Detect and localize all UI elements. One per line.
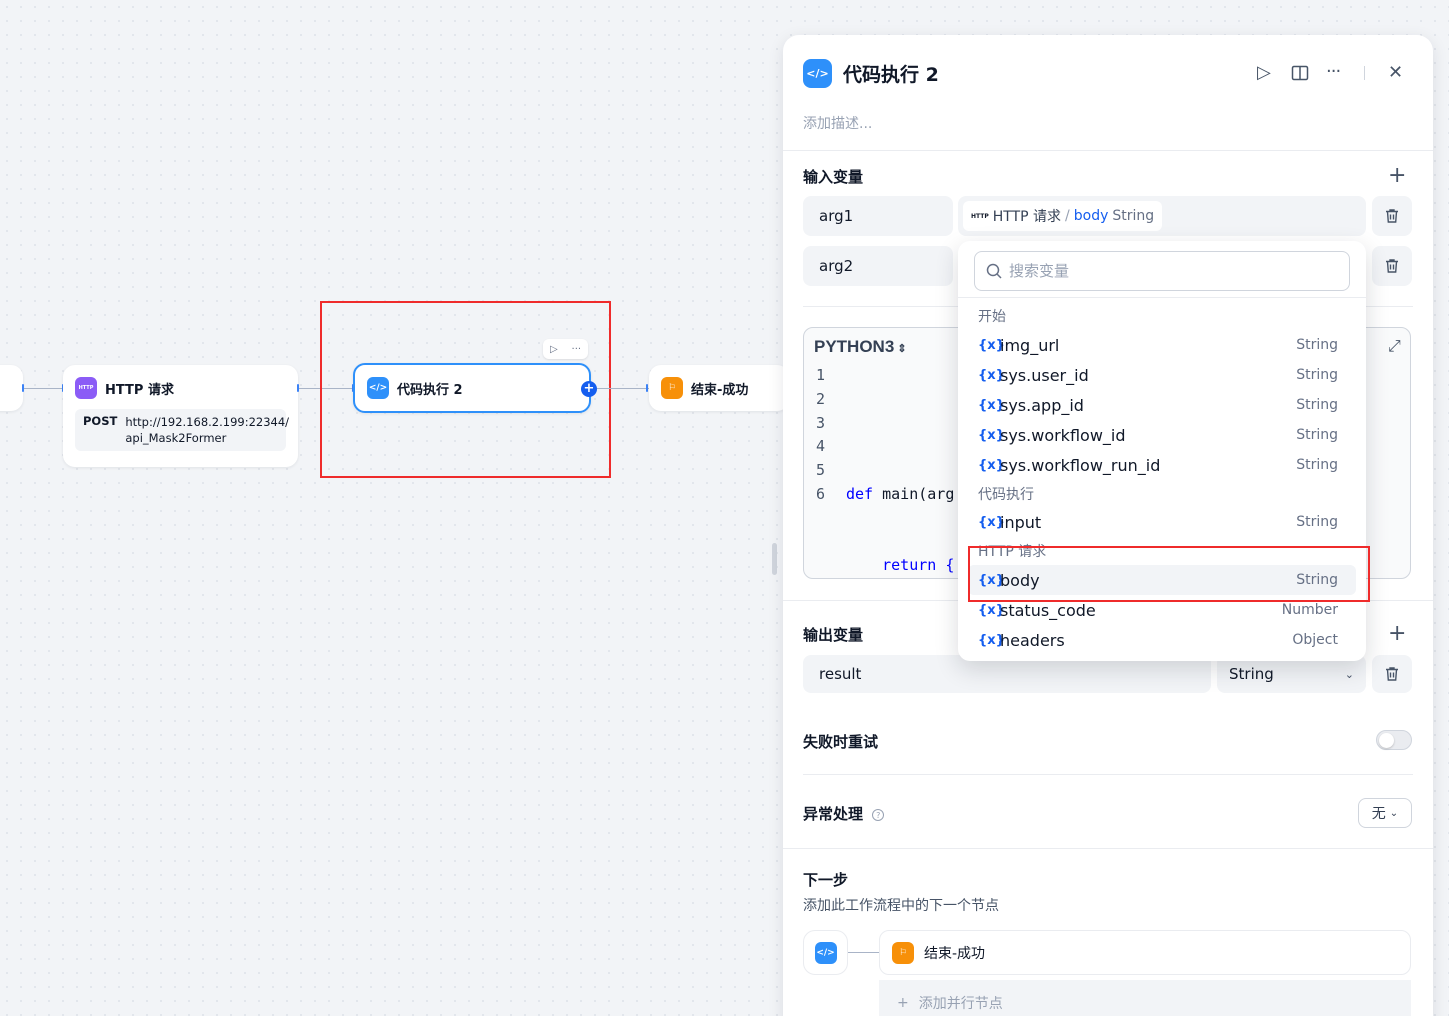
exception-select[interactable]: 无 ⌄ <box>1358 798 1412 828</box>
code-icon: </> <box>803 59 832 88</box>
input-var-name-field[interactable]: arg1 <box>803 196 953 236</box>
add-output-var-icon[interactable]: + <box>1388 623 1406 645</box>
node-mini-toolbar[interactable]: ▷ ··· <box>543 339 588 359</box>
variable-search-input[interactable] <box>1009 262 1329 280</box>
split-view-icon[interactable] <box>1291 64 1309 86</box>
var-option[interactable]: {x} sys.app_id String <box>968 390 1356 420</box>
next-step-label: 下一步 <box>803 871 849 889</box>
delete-input-var-button[interactable] <box>1372 196 1412 236</box>
variable-search-box[interactable] <box>974 251 1350 291</box>
highlight-box-body-option <box>968 546 1370 602</box>
http-request-node[interactable]: HTTP HTTP 请求 POST http://192.168.2.199:2… <box>63 365 298 467</box>
help-icon[interactable]: ? <box>872 808 885 821</box>
var-option[interactable]: {x} sys.workflow_id String <box>968 420 1356 450</box>
current-node-badge: </> <box>803 930 848 975</box>
toolbar-divider <box>1364 66 1365 80</box>
code-icon: </> <box>367 377 389 399</box>
output-var-name: result <box>819 665 862 683</box>
output-vars-label: 输出变量 <box>803 626 864 644</box>
language-selector[interactable]: PYTHON3 ⇕ <box>814 337 907 357</box>
output-var-type: String <box>1229 665 1274 683</box>
next-node-name: 结束-成功 <box>924 945 986 962</box>
input-var-source-selector[interactable]: HTTP HTTP 请求 / body String <box>958 196 1366 236</box>
panel-title[interactable]: 代码执行 2 <box>843 60 939 87</box>
line-numbers: 1 2 3 4 5 6 <box>816 366 826 503</box>
edge-handle <box>22 384 24 392</box>
input-var-name: arg2 <box>819 257 854 275</box>
var-option[interactable]: {x} input String <box>968 507 1356 537</box>
exception-label: 异常处理 ? <box>803 803 885 824</box>
more-icon[interactable]: ··· <box>1326 63 1341 81</box>
path-separator: / <box>1065 208 1070 224</box>
code-icon: </> <box>814 941 837 964</box>
code-line-2: main(arg <box>882 484 955 503</box>
chevron-down-icon: ⌄ <box>1389 807 1399 819</box>
retry-toggle[interactable] <box>1376 730 1412 750</box>
add-parallel-label: 添加并行节点 <box>918 995 1003 1012</box>
end-success-node[interactable]: ⚐ 结束-成功 <box>649 365 789 411</box>
http-node-title: HTTP 请求 <box>105 382 174 398</box>
source-var-type: String <box>1112 208 1155 224</box>
edge-code-end <box>597 388 649 389</box>
input-vars-label: 输入变量 <box>803 168 864 186</box>
next-connector <box>848 952 879 953</box>
panel-resize-handle[interactable] <box>772 543 777 575</box>
add-parallel-node-button[interactable]: + 添加并行节点 <box>879 980 1411 1016</box>
next-node-card[interactable]: ⚐ 结束-成功 <box>879 930 1411 975</box>
input-var-name-field[interactable]: arg2 <box>803 246 953 286</box>
delete-input-var-button[interactable] <box>1372 246 1412 286</box>
delete-output-var-button[interactable] <box>1372 655 1412 693</box>
var-reference-chip[interactable]: HTTP HTTP 请求 / body String <box>963 201 1163 231</box>
next-step-hint: 添加此工作流程中的下一个节点 <box>803 898 999 914</box>
source-var-name: body <box>1073 208 1109 224</box>
add-input-var-icon[interactable]: + <box>1388 165 1406 187</box>
edge-handle <box>297 384 299 392</box>
edge-handle <box>646 384 648 392</box>
chevron-down-icon: ⌄ <box>1344 667 1354 681</box>
description-input[interactable]: 添加描述... <box>803 113 872 133</box>
group-label-start: 开始 <box>978 309 1006 325</box>
var-option[interactable]: {x} headers Object <box>968 625 1356 655</box>
plus-icon: + <box>897 994 909 1011</box>
trash-icon <box>1386 209 1398 223</box>
input-var-name: arg1 <box>819 207 854 225</box>
close-icon[interactable]: ✕ <box>1388 64 1403 82</box>
http-mini-icon: HTTP <box>971 212 989 220</box>
run-icon[interactable]: ▷ <box>1257 64 1271 82</box>
var-option[interactable]: {x} sys.workflow_run_id String <box>968 450 1356 480</box>
search-icon <box>986 263 1002 279</box>
source-node-name: HTTP 请求 <box>992 209 1062 225</box>
divider <box>783 150 1433 151</box>
http-url: http://192.168.2.199:22344/ api_Mask2For… <box>125 415 290 445</box>
var-option[interactable]: {x} img_url String <box>968 330 1356 360</box>
var-option[interactable]: {x} sys.user_id String <box>968 360 1356 390</box>
http-method: POST <box>83 414 118 428</box>
divider <box>803 774 1413 775</box>
more-icon[interactable]: ··· <box>572 344 582 355</box>
edge-start-http <box>23 388 63 389</box>
code-exec-node[interactable]: </> 代码执行 2 <box>353 363 591 413</box>
code-node-title: 代码执行 2 <box>397 382 463 398</box>
retry-label: 失败时重试 <box>803 733 879 751</box>
run-node-icon[interactable]: ▷ <box>550 344 558 355</box>
divider <box>958 297 1366 298</box>
group-label-code: 代码执行 <box>978 487 1034 503</box>
end-icon: ⚐ <box>661 377 683 399</box>
divider <box>783 848 1433 849</box>
http-node-summary: POST http://192.168.2.199:22344/ api_Mas… <box>75 409 290 451</box>
end-node-title: 结束-成功 <box>691 382 749 398</box>
end-icon: ⚐ <box>892 941 914 964</box>
code-content[interactable]: def main(arg return { "res } <box>846 364 955 578</box>
trash-icon <box>1386 259 1398 273</box>
trash-icon <box>1386 667 1398 681</box>
http-icon: HTTP <box>75 377 97 399</box>
expand-icon[interactable]: ⤢ <box>1388 336 1401 356</box>
workflow-canvas[interactable]: HTTP HTTP 请求 POST http://192.168.2.199:2… <box>0 0 789 1016</box>
start-node-partial[interactable] <box>0 365 23 411</box>
add-next-node-handle[interactable]: + <box>581 381 597 397</box>
